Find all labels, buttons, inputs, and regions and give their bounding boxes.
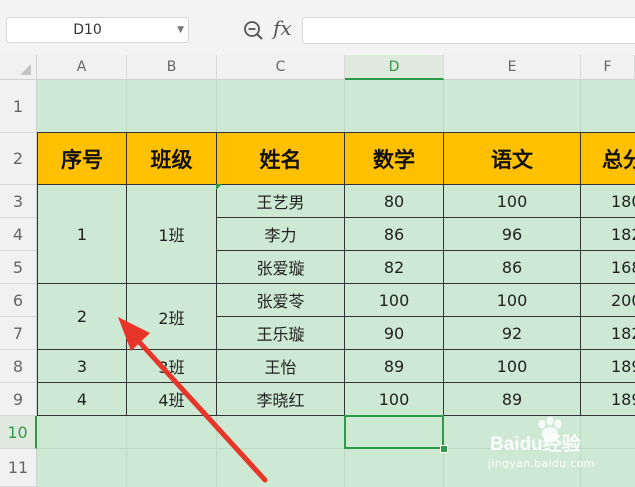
cell-chinese[interactable]: 96 [444, 218, 581, 251]
row-header-8[interactable]: 8 [0, 350, 37, 383]
cell-math[interactable]: 90 [345, 317, 444, 350]
cell-name[interactable]: 王怡 [217, 350, 345, 383]
cell-class-1[interactable]: 1班 [127, 185, 217, 284]
row-header-10[interactable]: 10 [0, 416, 37, 449]
name-box[interactable]: D10 ▼ [6, 17, 189, 43]
row-header-5[interactable]: 5 [0, 251, 37, 284]
row-header-11[interactable]: 11 [0, 449, 37, 487]
header-seq[interactable]: 序号 [38, 133, 127, 185]
cell-name[interactable]: 张爱苓 [217, 284, 345, 317]
cell-name[interactable]: 王艺男 [217, 185, 345, 218]
select-all-corner[interactable] [0, 55, 37, 80]
cell-math[interactable]: 80 [345, 185, 444, 218]
cell-math[interactable]: 100 [345, 383, 444, 416]
cell-seq-2[interactable]: 2 [38, 284, 127, 350]
cell-chinese[interactable]: 100 [444, 185, 581, 218]
cell-total[interactable]: 168 [581, 251, 635, 284]
name-box-value[interactable]: D10 [7, 18, 168, 42]
cell-class-3[interactable]: 3班 [127, 350, 217, 383]
formula-bar-input[interactable] [302, 17, 635, 44]
chevron-down-icon[interactable]: ▼ [177, 18, 184, 42]
cell-indicator-triangle [216, 184, 222, 190]
cell-chinese[interactable]: 100 [444, 350, 581, 383]
cell-chinese[interactable]: 89 [444, 383, 581, 416]
baidu-jingyan-watermark: Baidu经验 [490, 416, 582, 455]
cell-chinese[interactable]: 86 [444, 251, 581, 284]
row-header-4[interactable]: 4 [0, 218, 37, 251]
column-header-c[interactable]: C [217, 55, 345, 80]
cell-name[interactable]: 张爱璇 [217, 251, 345, 284]
row-header-7[interactable]: 7 [0, 317, 37, 350]
header-total[interactable]: 总分 [581, 133, 635, 185]
cell-class-2[interactable]: 2班 [127, 284, 217, 350]
fill-handle[interactable] [440, 445, 448, 453]
watermark-logo-text: Baidu经验 [490, 432, 582, 455]
fx-icon[interactable]: fx [273, 16, 292, 40]
row-header-3[interactable]: 3 [0, 185, 37, 218]
cell-math[interactable]: 89 [345, 350, 444, 383]
cell-name[interactable]: 李晓红 [217, 383, 345, 416]
cell-class-4[interactable]: 4班 [127, 383, 217, 416]
column-header-e[interactable]: E [444, 55, 581, 80]
row-header-2[interactable]: 2 [0, 133, 37, 185]
row-header-9[interactable]: 9 [0, 383, 37, 416]
cell-math[interactable]: 86 [345, 218, 444, 251]
watermark-url: jingyan.baidu.com [488, 457, 595, 470]
cell-math[interactable]: 82 [345, 251, 444, 284]
cell-total[interactable]: 200 [581, 284, 635, 317]
cell-total[interactable]: 180 [581, 185, 635, 218]
cell-seq-1[interactable]: 1 [38, 185, 127, 284]
cell-total[interactable]: 189 [581, 383, 635, 416]
header-chinese[interactable]: 语文 [444, 133, 581, 185]
cell-total[interactable]: 182 [581, 317, 635, 350]
header-class[interactable]: 班级 [127, 133, 217, 185]
column-header-f[interactable]: F [581, 55, 635, 80]
cell-chinese[interactable]: 92 [444, 317, 581, 350]
cell-seq-3[interactable]: 3 [38, 350, 127, 383]
row-header-6[interactable]: 6 [0, 284, 37, 317]
cell-total[interactable]: 189 [581, 350, 635, 383]
row-header-1[interactable]: 1 [0, 80, 37, 133]
cell-name[interactable]: 王乐璇 [217, 317, 345, 350]
header-math[interactable]: 数学 [345, 133, 444, 185]
active-cell-selection[interactable] [344, 415, 444, 449]
zoom-out-icon[interactable] [243, 20, 265, 42]
formula-toolbar: D10 ▼ fx [0, 0, 635, 55]
cell-total[interactable]: 182 [581, 218, 635, 251]
column-header-d[interactable]: D [345, 55, 444, 80]
cell-seq-4[interactable]: 4 [38, 383, 127, 416]
column-header-a[interactable]: A [37, 55, 127, 80]
column-header-b[interactable]: B [127, 55, 217, 80]
cell-math[interactable]: 100 [345, 284, 444, 317]
cell-name[interactable]: 李力 [217, 218, 345, 251]
header-name[interactable]: 姓名 [217, 133, 345, 185]
cell-chinese[interactable]: 100 [444, 284, 581, 317]
